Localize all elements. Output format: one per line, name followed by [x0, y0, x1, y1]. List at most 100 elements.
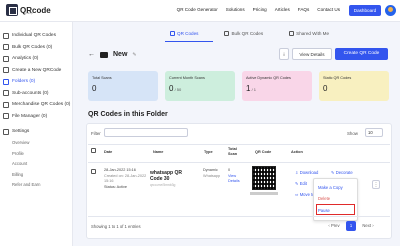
folder-header: ← New ✎ [88, 51, 137, 58]
stat-label: Total Scans [92, 76, 112, 80]
tab-bar: QR Codes Bulk QR Codes Shared With Me [170, 31, 329, 36]
stat-static: Static QR Codes 0 [319, 71, 389, 101]
col-action: Action [291, 150, 303, 154]
sidebar-item-settings[interactable]: Settings [0, 126, 72, 138]
stat-label: Current Month Scans [169, 76, 205, 80]
page-size-select[interactable]: 10 [365, 128, 383, 137]
tab-qr-codes[interactable]: QR Codes [170, 31, 198, 36]
folder-icon [100, 51, 108, 58]
stat-value: 0 [323, 84, 328, 93]
stat-total-scans: Total Scans 0 [88, 71, 158, 101]
qr-code-image[interactable] [252, 166, 276, 190]
sidebar-item-label: Settings [12, 129, 30, 135]
sidebar-item-analytics[interactable]: Analytics (0) [0, 53, 72, 65]
sidebar-item-merchandise[interactable]: Merchandise QR Codes (0) [0, 99, 72, 111]
row-type: Dynamic Whatsapp [203, 168, 221, 178]
download-action[interactable]: ⇩ Download [295, 170, 318, 175]
show-label: Show [347, 131, 358, 136]
stack-icon [224, 31, 230, 36]
page-1-button[interactable]: 1 [346, 221, 356, 231]
sidebar-item-folders[interactable]: Folders (0) [0, 76, 72, 88]
dashboard-button[interactable]: Dashboard [349, 5, 381, 16]
top-bar: QRcode Chimp QR Code Generator Solutions… [0, 0, 400, 22]
gear-icon [3, 128, 9, 135]
sidebar-item-individual[interactable]: Individual QR Codes [0, 30, 72, 42]
qr-logo-icon [6, 4, 18, 16]
qr-icon [3, 32, 9, 39]
row-checkbox[interactable] [91, 169, 96, 174]
settings-refer[interactable]: Refer and Earn [0, 180, 72, 191]
col-date[interactable]: Date [104, 150, 112, 154]
filter-input[interactable] [104, 128, 188, 137]
nav-pricing[interactable]: Pricing [253, 7, 267, 12]
qr-caption [250, 192, 278, 195]
sidebar-item-files[interactable]: File Manager (0) [0, 111, 72, 123]
shirt-icon [3, 101, 9, 108]
main-nav: QR Code Generator Solutions Pricing Arti… [177, 7, 340, 12]
nav-qr-generator[interactable]: QR Code Generator [177, 7, 218, 12]
settings-account[interactable]: Account [0, 159, 72, 170]
row-qr-name[interactable]: whatsapp QR Code 30 [150, 170, 194, 182]
nav-contact[interactable]: Contact Us [317, 7, 340, 12]
menu-make-copy[interactable]: Make a Copy [318, 185, 343, 190]
users-icon [3, 90, 9, 97]
stat-month-scans: Current Month Scans 0 / 50 [165, 71, 235, 101]
file-icon [3, 113, 9, 120]
move-action[interactable]: ⇨ Move to [295, 192, 315, 197]
col-type[interactable]: Type [204, 150, 213, 154]
sidebar: Individual QR Codes Bulk QR Codes (0) An… [0, 22, 73, 246]
sidebar-item-label: Sub-accounts (0) [12, 90, 49, 96]
folder-title: New [113, 51, 128, 58]
highlight-box [316, 204, 355, 215]
sidebar-item-create[interactable]: Create a New QRCode [0, 65, 72, 77]
stat-value: 1 / 1 [246, 84, 257, 93]
nav-faqs[interactable]: FAQs [298, 7, 310, 12]
sidebar-item-label: Create a New QRCode [12, 67, 62, 73]
row-qr-url[interactable]: qrco.me/5mnb3g [150, 183, 175, 187]
section-title: QR Codes in this Folder [88, 111, 168, 118]
menu-delete[interactable]: Delete [318, 196, 330, 201]
sidebar-item-label: Analytics (0) [12, 56, 39, 62]
share-icon [289, 31, 295, 36]
col-name[interactable]: Name [153, 150, 163, 154]
decorate-action[interactable]: ✎ Decorate [331, 170, 353, 175]
filter-label: Filter [91, 131, 101, 136]
stat-active-dynamic: Active Dynamic QR Codes 1 / 1 [242, 71, 312, 101]
more-actions-button[interactable]: ⋮ [372, 180, 380, 189]
sidebar-item-bulk[interactable]: Bulk QR Codes (0) [0, 42, 72, 54]
stack-icon [3, 44, 9, 51]
active-tab-indicator [165, 41, 213, 42]
stat-value: 0 / 50 [169, 84, 182, 93]
settings-profile[interactable]: Profile [0, 148, 72, 159]
stat-label: Active Dynamic QR Codes [246, 76, 291, 80]
stat-value: 0 [92, 84, 97, 93]
back-arrow-icon[interactable]: ← [88, 51, 95, 58]
sidebar-item-subaccounts[interactable]: Sub-accounts (0) [0, 88, 72, 100]
col-qr: QR Code [255, 150, 272, 154]
folder-icon [3, 78, 9, 85]
settings-billing[interactable]: Billing [0, 169, 72, 180]
nav-articles[interactable]: Articles [275, 7, 290, 12]
sidebar-item-label: Merchandise QR Codes (0) [12, 102, 71, 108]
tab-label: Shared With Me [296, 31, 330, 36]
tab-label: Bulk QR Codes [231, 31, 264, 36]
chart-icon [3, 55, 9, 62]
view-details-link[interactable]: View Details [228, 174, 248, 185]
select-all-checkbox[interactable] [91, 148, 96, 153]
sidebar-item-label: Bulk QR Codes (0) [12, 44, 53, 50]
prev-button[interactable]: ‹ Prev [325, 221, 343, 231]
settings-overview[interactable]: Overview [0, 138, 72, 149]
avatar[interactable] [385, 5, 396, 16]
tab-bulk-qr-codes[interactable]: Bulk QR Codes [224, 31, 263, 36]
sidebar-item-label: Individual QR Codes [12, 33, 56, 39]
edit-action[interactable]: ✎ Edit [295, 181, 307, 186]
col-scans[interactable]: Total Scan [228, 147, 240, 156]
create-qr-code-button[interactable]: Create QR Code [335, 48, 388, 60]
view-details-button[interactable]: View Details [292, 48, 332, 60]
info-button[interactable]: i [279, 48, 289, 60]
edit-icon[interactable]: ✎ [132, 52, 136, 58]
next-button[interactable]: Next › [359, 221, 377, 231]
divider [88, 216, 390, 217]
tab-shared[interactable]: Shared With Me [289, 31, 329, 36]
nav-solutions[interactable]: Solutions [226, 7, 245, 12]
